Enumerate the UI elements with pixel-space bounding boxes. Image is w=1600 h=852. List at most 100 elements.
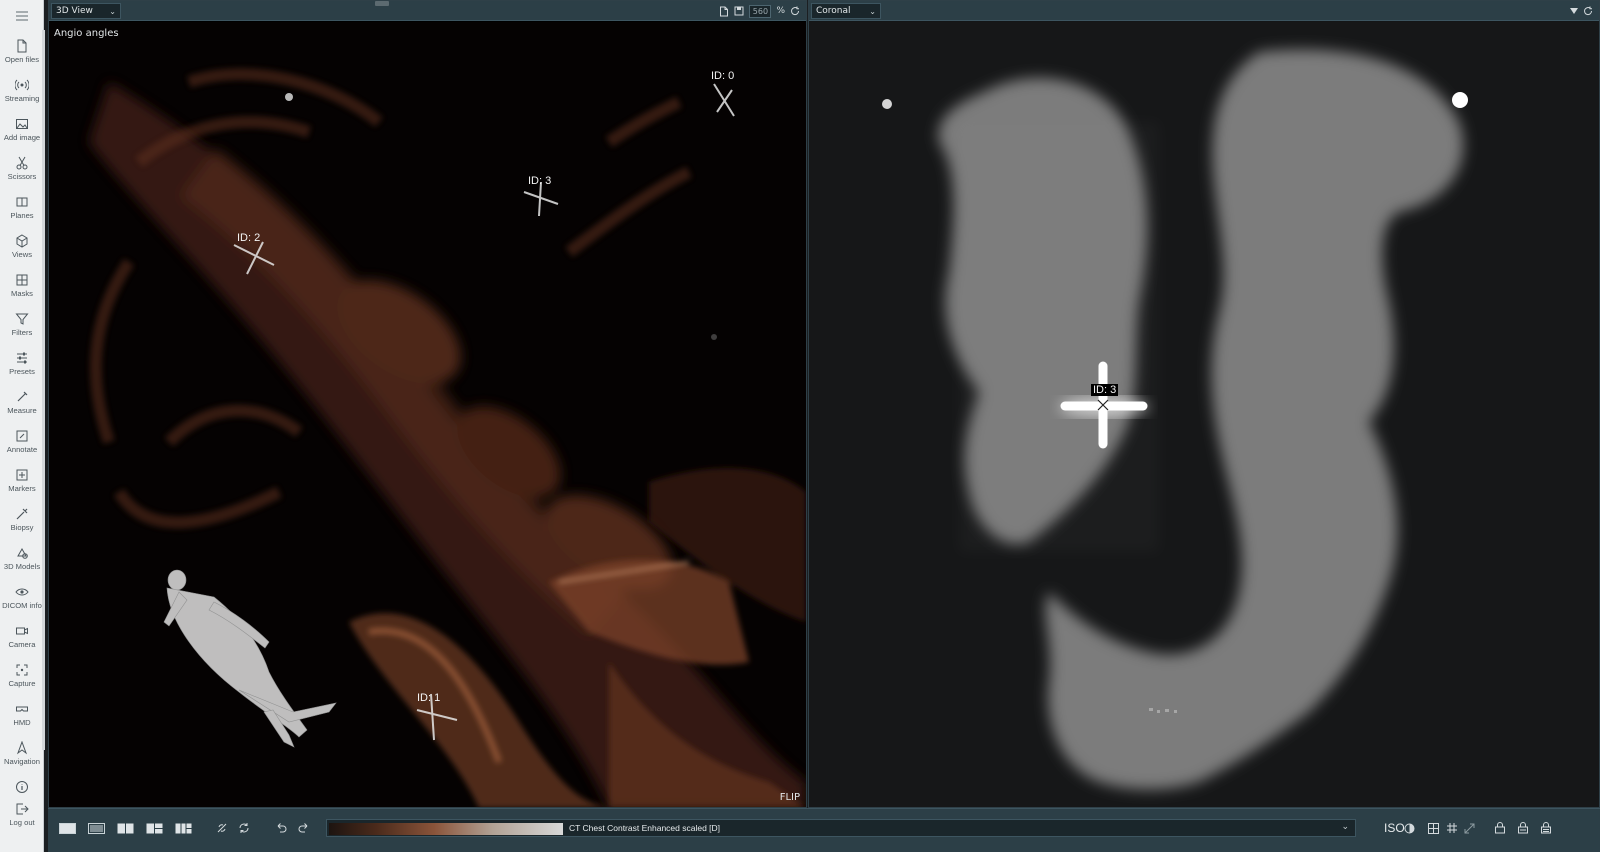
sidebar-item-label: Log out bbox=[9, 818, 35, 827]
chevron-down-icon: ⌄ bbox=[869, 6, 876, 16]
sidebar-item-label: Measure bbox=[7, 406, 37, 415]
undo-button[interactable] bbox=[275, 821, 287, 835]
hamburger-icon bbox=[15, 11, 28, 21]
sidebar-item-label: Markers bbox=[8, 484, 36, 493]
refresh-icon[interactable] bbox=[1583, 6, 1593, 16]
sidebar-item-label: Masks bbox=[11, 289, 33, 298]
sidebar-item-label: Open files bbox=[4, 55, 40, 64]
lock-b-button[interactable] bbox=[1517, 821, 1529, 835]
lock-icon bbox=[1541, 822, 1551, 834]
menu-button[interactable] bbox=[0, 0, 43, 32]
sidebar-item-info[interactable] bbox=[0, 778, 44, 798]
models-icon bbox=[17, 547, 28, 559]
tool-sidebar: Open files Streaming Add image Scissors … bbox=[0, 0, 45, 852]
sidebar-item-views[interactable]: Views bbox=[0, 232, 44, 270]
eye-icon bbox=[15, 588, 29, 596]
sidebar-item-label: Navigation bbox=[4, 757, 40, 766]
hmd-icon bbox=[16, 706, 28, 712]
sidebar-item-biopsy[interactable]: Biopsy bbox=[0, 505, 44, 543]
sidebar-item-navigation[interactable]: Navigation bbox=[0, 739, 44, 777]
marker-label[interactable]: ID: 0 bbox=[711, 70, 734, 82]
contrast-icon bbox=[1404, 823, 1415, 833]
volume-rendering bbox=[49, 22, 806, 807]
layout-four-pane-icon bbox=[175, 822, 192, 834]
refresh-icon[interactable] bbox=[790, 6, 800, 16]
capture-icon bbox=[16, 664, 28, 676]
streaming-icon bbox=[15, 79, 29, 91]
coronal-slice-viewport[interactable]: ID: 3 bbox=[809, 22, 1599, 807]
cube-icon bbox=[16, 234, 28, 248]
redo-button[interactable] bbox=[298, 821, 310, 835]
color-gradient-preview bbox=[329, 823, 563, 835]
layout-four-pane-button[interactable] bbox=[175, 821, 192, 835]
layout-single-button[interactable] bbox=[59, 821, 76, 835]
bottom-toolbar: CT Chest Contrast Enhanced scaled [D] ⌄ … bbox=[48, 808, 1600, 852]
sidebar-item-markers[interactable]: Markers bbox=[0, 466, 44, 504]
sidebar-item-log-out[interactable]: Log out bbox=[0, 800, 44, 838]
layout-three-pane-button[interactable] bbox=[146, 821, 163, 835]
iso-toggle[interactable]: ISO bbox=[1384, 821, 1405, 835]
view-type-value: 3D View bbox=[56, 6, 93, 16]
logout-icon bbox=[16, 803, 29, 815]
sidebar-item-open-files[interactable]: Open files bbox=[0, 37, 44, 75]
lock-a-button[interactable] bbox=[1494, 821, 1506, 835]
sidebar-item-planes[interactable]: Planes bbox=[0, 193, 44, 231]
sidebar-item-measure[interactable]: Measure bbox=[0, 388, 44, 426]
panel-resize-handle[interactable] bbox=[375, 1, 389, 6]
sidebar-item-presets[interactable]: Presets bbox=[0, 349, 44, 387]
flip-label[interactable]: FLIP bbox=[780, 792, 800, 803]
sidebar-item-3d-models[interactable]: 3D Models bbox=[0, 544, 44, 582]
layout-three-pane-icon bbox=[146, 822, 163, 834]
marker-label[interactable]: ID: 3 bbox=[1091, 384, 1119, 396]
sidebar-item-capture[interactable]: Capture bbox=[0, 661, 44, 699]
sidebar-item-label: Annotate bbox=[6, 445, 38, 454]
lock-c-button[interactable] bbox=[1540, 821, 1552, 835]
right-panel-header: Coronal ⌄ bbox=[809, 1, 1599, 21]
needle-icon bbox=[16, 508, 28, 520]
crosshair-button[interactable] bbox=[1446, 821, 1458, 835]
sidebar-item-label: Presets bbox=[9, 367, 35, 376]
sidebar-item-hmd[interactable]: HMD bbox=[0, 700, 44, 738]
sidebar-item-label: Views bbox=[11, 250, 33, 259]
expand-button[interactable] bbox=[1464, 821, 1475, 835]
camera-icon bbox=[16, 627, 28, 635]
view-type-select[interactable]: 3D View ⌄ bbox=[51, 3, 121, 19]
dataset-name: CT Chest Contrast Enhanced scaled [D] bbox=[569, 823, 721, 833]
sidebar-item-filters[interactable]: Filters bbox=[0, 310, 44, 348]
contrast-button[interactable] bbox=[1404, 821, 1415, 835]
link-icon bbox=[217, 823, 227, 833]
sync-views-button[interactable] bbox=[216, 821, 228, 835]
sidebar-item-dicom-info[interactable]: DICOM info bbox=[0, 583, 44, 621]
filter-icon bbox=[15, 313, 29, 325]
left-viewport-panel: 3D View ⌄ 560 % Angio angles ID: 0 ID: 3… bbox=[48, 0, 807, 808]
sidebar-item-label: Add image bbox=[3, 133, 41, 142]
scissors-icon bbox=[16, 156, 28, 170]
sidebar-item-scissors[interactable]: Scissors bbox=[0, 154, 44, 192]
grid-toggle-button[interactable] bbox=[1428, 821, 1439, 835]
marker-label[interactable]: ID: 2 bbox=[237, 232, 260, 244]
zoom-input[interactable]: 560 bbox=[749, 4, 772, 18]
view-type-select[interactable]: Coronal ⌄ bbox=[811, 3, 881, 19]
sidebar-item-label: Filters bbox=[11, 328, 33, 337]
sync-icon bbox=[239, 823, 249, 833]
sidebar-item-streaming[interactable]: Streaming bbox=[0, 76, 44, 114]
layout-double-button[interactable] bbox=[88, 821, 105, 835]
lock-icon bbox=[1518, 822, 1528, 834]
marker-label[interactable]: ID: 1 bbox=[417, 692, 440, 704]
sidebar-item-add-image[interactable]: Add image bbox=[0, 115, 44, 153]
sidebar-item-camera[interactable]: Camera bbox=[0, 622, 44, 660]
save-icon[interactable] bbox=[734, 6, 744, 16]
sidebar-item-masks[interactable]: Masks bbox=[0, 271, 44, 309]
3d-volume-viewport[interactable]: Angio angles ID: 0 ID: 3 ID: 2 ID: 1 FLI… bbox=[49, 22, 806, 807]
new-file-icon[interactable] bbox=[719, 6, 729, 17]
transfer-function-select[interactable]: CT Chest Contrast Enhanced scaled [D] ⌄ bbox=[326, 819, 1356, 837]
sidebar-item-annotate[interactable]: Annotate bbox=[0, 427, 44, 465]
redo-icon bbox=[298, 823, 308, 833]
layout-two-column-button[interactable] bbox=[117, 821, 134, 835]
sidebar-item-label: HMD bbox=[13, 718, 31, 727]
marker-label[interactable]: ID: 3 bbox=[528, 175, 551, 187]
grid-icon bbox=[16, 274, 28, 286]
dropdown-triangle-icon[interactable] bbox=[1570, 7, 1578, 15]
reset-view-button[interactable] bbox=[238, 821, 250, 835]
crosshair-icon bbox=[1447, 823, 1457, 833]
